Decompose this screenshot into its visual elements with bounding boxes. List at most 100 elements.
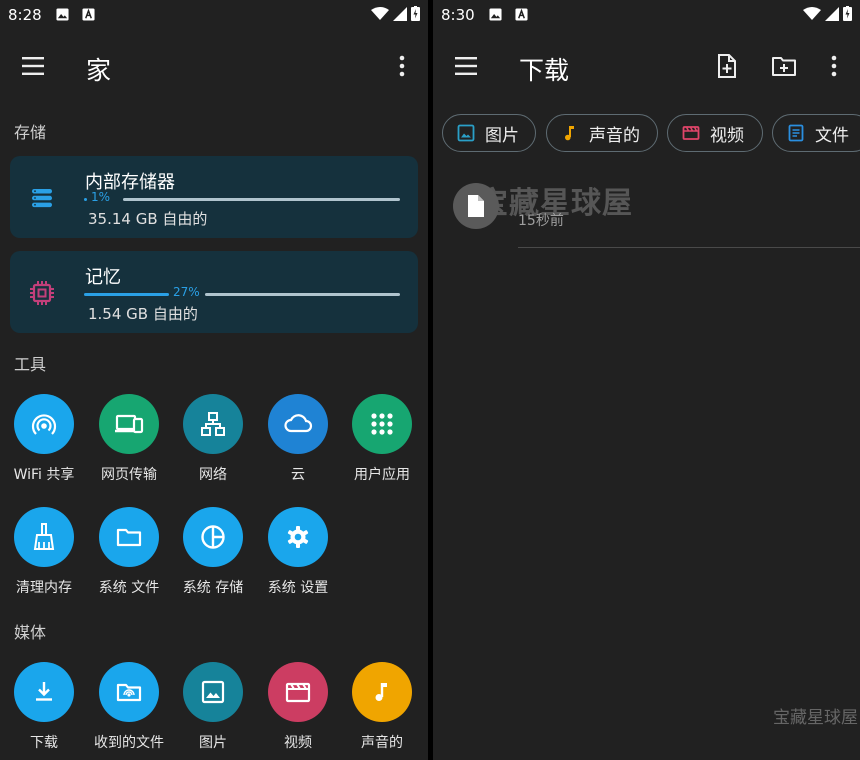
memory-percent: 27%	[173, 285, 200, 299]
page-title: 家	[86, 56, 112, 85]
new-file-button[interactable]	[715, 53, 739, 79]
wifi-icon	[803, 6, 821, 20]
music-note-icon	[352, 662, 412, 722]
tool-label: 系统 存储	[182, 580, 244, 596]
memory-chip-icon	[30, 281, 54, 305]
tool-user-apps[interactable]: 用户应用	[340, 394, 424, 484]
home-screen: 8:28 家 存储 内部存储器 1% 35.14 GB 自由的 记忆 27% 1…	[0, 0, 428, 760]
network-icon	[183, 394, 243, 454]
downloads-screen: 8:30 下载 图片 声音的 视频 文件 宝藏星球屋 15秒前 宝藏星球屋	[433, 0, 860, 760]
media-downloads[interactable]: 下载	[2, 662, 86, 752]
video-icon	[268, 662, 328, 722]
media-label: 声音的	[361, 735, 403, 751]
document-icon	[788, 124, 804, 142]
menu-button[interactable]	[447, 50, 487, 82]
tool-wifi-share[interactable]: WiFi 共享	[2, 394, 86, 484]
row-divider	[518, 247, 860, 248]
section-tools-label: 工具	[14, 355, 47, 374]
chip-images[interactable]: 图片	[442, 114, 536, 152]
chip-label: 视频	[710, 125, 744, 146]
gear-icon	[268, 507, 328, 567]
new-folder-button[interactable]	[771, 54, 797, 78]
received-files-icon	[99, 662, 159, 722]
internal-storage-percent: 1%	[91, 190, 111, 204]
tool-label: 用户应用	[354, 467, 410, 483]
internal-storage-free: 35.14 GB 自由的	[88, 210, 208, 228]
file-timestamp: 15秒前	[518, 213, 564, 229]
tool-label: 系统 文件	[98, 580, 160, 596]
app-bar: 下载	[433, 30, 860, 102]
tool-label: 清理内存	[16, 580, 72, 596]
signal-icon	[825, 6, 839, 21]
memory-free: 1.54 GB 自由的	[88, 305, 198, 323]
folder-icon	[99, 507, 159, 567]
chip-videos[interactable]: 视频	[667, 114, 763, 152]
tool-network[interactable]: 网络	[171, 394, 255, 484]
battery-icon	[843, 6, 852, 21]
media-label: 下载	[30, 735, 58, 751]
image-icon	[183, 662, 243, 722]
status-bar: 8:28	[0, 0, 428, 30]
tool-label: 网页传输	[101, 467, 157, 483]
tool-cloud[interactable]: 云	[256, 394, 340, 484]
image-notification-icon	[489, 8, 502, 21]
internal-storage-progress	[84, 198, 400, 201]
media-audio[interactable]: 声音的	[340, 662, 424, 752]
tool-label: 网络	[199, 467, 227, 483]
memory-progress	[84, 293, 400, 296]
tool-system-files[interactable]: 系统 文件	[87, 507, 171, 597]
file-icon	[453, 183, 499, 229]
menu-button[interactable]	[14, 50, 54, 82]
battery-icon	[411, 6, 420, 21]
tool-system-storage[interactable]: 系统 存储	[171, 507, 255, 597]
chip-label: 声音的	[589, 125, 640, 146]
media-received-files[interactable]: 收到的文件	[87, 662, 171, 752]
section-storage-label: 存储	[14, 123, 47, 142]
tool-label: 云	[291, 467, 305, 483]
page-title: 下载	[519, 56, 570, 85]
status-bar: 8:30	[433, 0, 860, 30]
memory-card[interactable]: 记忆 27% 1.54 GB 自由的	[10, 251, 418, 333]
text-notification-icon	[515, 8, 528, 21]
filter-chips: 图片 声音的 视频 文件	[442, 114, 860, 152]
status-time: 8:28	[8, 6, 42, 24]
wifi-icon	[371, 6, 389, 20]
wifi-share-icon	[14, 394, 74, 454]
app-bar: 家	[0, 30, 428, 102]
chip-documents[interactable]: 文件	[772, 114, 860, 152]
chip-audio[interactable]: 声音的	[546, 114, 658, 152]
tool-web-transfer[interactable]: 网页传输	[87, 394, 171, 484]
text-notification-icon	[82, 8, 95, 21]
web-transfer-icon	[99, 394, 159, 454]
media-videos[interactable]: 视频	[256, 662, 340, 752]
corner-watermark: 宝藏星球屋	[773, 708, 858, 728]
tool-system-settings[interactable]: 系统 设置	[256, 507, 340, 597]
cloud-icon	[268, 394, 328, 454]
more-options-button[interactable]	[390, 52, 414, 80]
music-note-icon	[565, 126, 574, 141]
more-options-button[interactable]	[822, 52, 846, 80]
chip-label: 文件	[815, 125, 849, 146]
tool-clean-memory[interactable]: 清理内存	[2, 507, 86, 597]
video-icon	[682, 126, 700, 140]
file-list-item[interactable]: 15秒前	[453, 180, 860, 250]
tool-label: 系统 设置	[267, 580, 329, 596]
image-icon	[457, 124, 475, 142]
memory-name: 记忆	[85, 267, 121, 288]
tool-label: WiFi 共享	[13, 467, 75, 483]
broom-icon	[14, 507, 74, 567]
signal-icon	[393, 6, 407, 21]
storage-icon	[32, 189, 52, 208]
media-label: 视频	[284, 735, 312, 751]
pie-chart-icon	[183, 507, 243, 567]
download-icon	[14, 662, 74, 722]
image-notification-icon	[56, 8, 69, 21]
internal-storage-card[interactable]: 内部存储器 1% 35.14 GB 自由的	[10, 156, 418, 238]
media-label: 图片	[199, 735, 227, 751]
chip-label: 图片	[485, 125, 519, 146]
status-time: 8:30	[441, 6, 475, 24]
section-media-label: 媒体	[14, 623, 47, 642]
apps-grid-icon	[352, 394, 412, 454]
media-label: 收到的文件	[94, 735, 164, 751]
media-images[interactable]: 图片	[171, 662, 255, 752]
